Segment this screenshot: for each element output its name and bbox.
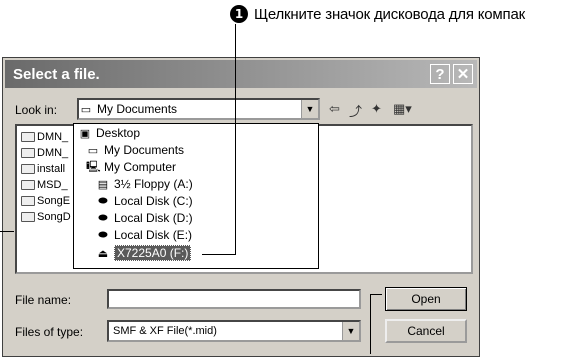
usb-drive-icon: ⏏ xyxy=(97,247,109,260)
folder-icon xyxy=(21,164,35,174)
dropdown-item-local-disk-e[interactable]: ⬬ Local Disk (E:) xyxy=(96,227,192,243)
new-folder-icon[interactable]: ✦ xyxy=(371,101,382,117)
desktop-icon: ▣ xyxy=(79,127,91,140)
dropdown-item-local-disk-d[interactable]: ⬬ Local Disk (D:) xyxy=(96,210,192,226)
files-of-type-select[interactable]: SMF & XF File(*.mid) ▼ xyxy=(107,320,361,342)
folder-icon xyxy=(21,196,35,206)
cancel-button[interactable]: Cancel xyxy=(385,319,467,343)
disk-icon: ⬬ xyxy=(98,211,108,224)
dropdown-item-desktop[interactable]: ▣ Desktop xyxy=(78,125,140,141)
open-button[interactable]: Open xyxy=(385,287,467,311)
folder-icon xyxy=(21,180,35,190)
callout-text: Щелкните значок дисковода для компак xyxy=(254,5,525,23)
close-button[interactable]: ✕ xyxy=(453,64,473,84)
callout-line-open-vertical xyxy=(370,294,371,354)
my-documents-icon: ▭ xyxy=(87,144,99,157)
folder-icon xyxy=(21,148,35,158)
callout-line-left xyxy=(0,231,14,232)
file-name-input[interactable] xyxy=(107,289,361,309)
look-in-dropdown-list: ▣ Desktop ▭ My Documents 🖳 My Computer ▤… xyxy=(73,123,319,269)
folder-icon xyxy=(21,132,35,142)
look-in-label: Look in: xyxy=(15,103,58,117)
callout-line-horizontal xyxy=(202,254,236,255)
look-in-value: My Documents xyxy=(97,102,178,116)
floppy-icon: ▤ xyxy=(97,178,109,191)
disk-icon: ⬬ xyxy=(98,194,108,207)
list-item[interactable]: DMN_ xyxy=(21,146,68,160)
chevron-down-icon[interactable]: ▼ xyxy=(342,322,359,340)
list-item[interactable]: SongE xyxy=(21,194,70,208)
disk-icon: ⬬ xyxy=(98,228,108,241)
back-icon[interactable]: ⇦ xyxy=(329,101,340,117)
dropdown-item-usb-drive-f[interactable]: ⏏ X7225A0 (F:) xyxy=(96,245,192,261)
dropdown-item-local-disk-c[interactable]: ⬬ Local Disk (C:) xyxy=(96,193,192,209)
instruction-callout: 1 Щелкните значок дисковода для компак xyxy=(230,4,525,24)
list-item[interactable]: MSD_ xyxy=(21,178,68,192)
look-in-select[interactable]: ▭ My Documents ▼ xyxy=(77,98,320,120)
dropdown-item-my-computer[interactable]: 🖳 My Computer xyxy=(86,159,176,175)
folder-icon xyxy=(21,212,35,222)
up-folder-icon[interactable]: ⤴ xyxy=(349,101,362,120)
callout-line-vertical xyxy=(235,24,236,254)
callout-line-open xyxy=(370,294,382,295)
dialog-title: Select a file. xyxy=(13,66,100,83)
files-of-type-value: SMF & XF File(*.mid) xyxy=(113,325,217,337)
file-name-label: File name: xyxy=(15,293,72,307)
select-file-dialog: Select a file. ? ✕ Look in: ▭ My Documen… xyxy=(2,57,480,357)
callout-number: 1 xyxy=(230,5,248,23)
dropdown-item-floppy[interactable]: ▤ 3½ Floppy (A:) xyxy=(96,176,193,192)
title-bar: Select a file. ? ✕ xyxy=(5,60,477,88)
my-documents-icon: ▭ xyxy=(80,103,92,116)
view-menu-icon[interactable]: ▦▾ xyxy=(393,101,412,117)
dropdown-item-my-documents[interactable]: ▭ My Documents xyxy=(86,142,184,158)
list-item[interactable]: SongD xyxy=(21,210,71,224)
list-item[interactable]: install xyxy=(21,162,65,176)
chevron-down-icon[interactable]: ▼ xyxy=(301,100,318,118)
help-button[interactable]: ? xyxy=(430,64,450,84)
my-computer-icon: 🖳 xyxy=(86,160,101,173)
files-of-type-label: Files of type: xyxy=(15,325,84,339)
list-item[interactable]: DMN_ xyxy=(21,130,68,144)
